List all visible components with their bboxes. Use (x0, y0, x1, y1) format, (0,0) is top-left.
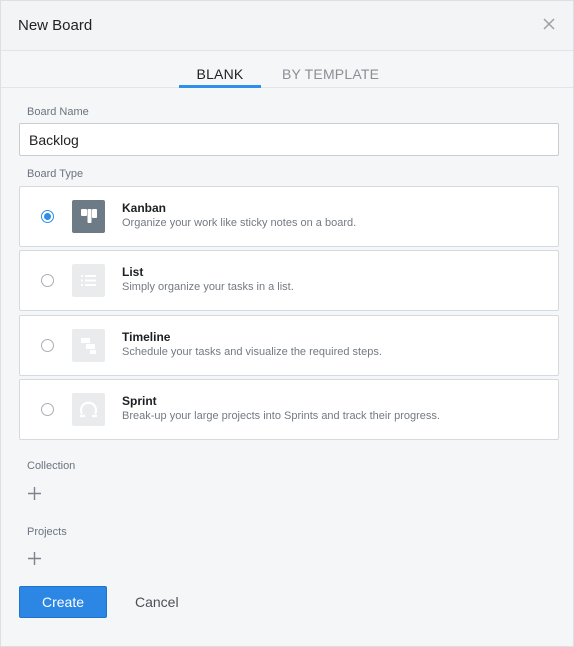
kanban-icon (72, 200, 105, 233)
create-button[interactable]: Create (19, 586, 107, 618)
board-type-description: Simply organize your tasks in a list. (122, 281, 294, 293)
board-type-sprint[interactable]: Sprint Break-up your large projects into… (19, 379, 559, 440)
board-type-list[interactable]: List Simply organize your tasks in a lis… (19, 250, 559, 311)
board-type-kanban[interactable]: Kanban Organize your work like sticky no… (19, 186, 559, 247)
board-name-input[interactable] (19, 123, 559, 156)
board-type-label: Board Type (27, 168, 84, 180)
projects-label: Projects (27, 526, 67, 538)
tab-bar: BLANK BY TEMPLATE (1, 52, 573, 88)
active-tab-indicator (179, 85, 261, 88)
tab-blank[interactable]: BLANK (179, 66, 261, 82)
list-radio[interactable] (41, 274, 54, 287)
kanban-radio[interactable] (41, 210, 54, 223)
sprint-radio[interactable] (41, 403, 54, 416)
tab-by-template[interactable]: BY TEMPLATE (282, 66, 379, 82)
dialog-header: New Board (1, 1, 573, 51)
board-type-title: Kanban (122, 201, 167, 215)
list-icon (72, 264, 105, 297)
board-type-description: Schedule your tasks and visualize the re… (122, 346, 382, 358)
board-name-label: Board Name (27, 106, 89, 118)
dialog-title: New Board (18, 17, 93, 34)
sprint-icon (72, 393, 105, 426)
board-type-title: Sprint (122, 394, 157, 408)
timeline-icon (72, 329, 105, 362)
board-type-timeline[interactable]: Timeline Schedule your tasks and visuali… (19, 315, 559, 376)
add-collection-plus-icon[interactable] (27, 486, 42, 501)
collection-label: Collection (27, 460, 76, 472)
add-project-plus-icon[interactable] (27, 551, 42, 566)
close-icon[interactable] (539, 14, 559, 34)
timeline-radio[interactable] (41, 339, 54, 352)
board-type-description: Organize your work like sticky notes on … (122, 217, 357, 229)
board-type-title: Timeline (122, 330, 171, 344)
board-type-description: Break-up your large projects into Sprint… (122, 410, 440, 422)
board-type-title: List (122, 265, 144, 279)
new-board-dialog: New Board BLANK BY TEMPLATE Board Name B… (0, 0, 574, 647)
cancel-button[interactable]: Cancel (135, 594, 179, 610)
